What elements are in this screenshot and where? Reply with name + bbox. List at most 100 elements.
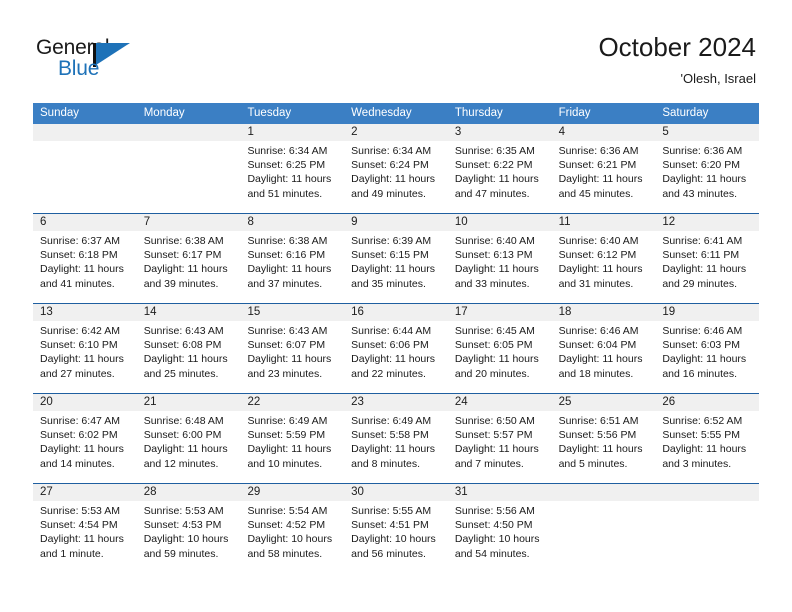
daylight-text-line2: and 8 minutes. [351,457,421,470]
day-cell-9[interactable]: 9 Sunrise: 6:39 AM Sunset: 6:15 PM Daylight… [344,214,448,303]
daylight-text-line2: and 45 minutes. [558,187,634,200]
day-sun-info: Sunrise: 5:54 AM Sunset: 4:52 PM Daylight:… [247,504,341,561]
day-cell-4[interactable]: 4 Sunrise: 6:36 AM Sunset: 6:21 PM Daylight… [552,124,656,213]
day-cell-empty [137,124,241,213]
daylight-text-line1: Daylight: 11 hours [247,353,332,366]
daylight-text-line2: and 3 minutes. [662,457,732,470]
sunrise-text: Sunrise: 6:35 AM [454,145,535,157]
day-number: 1 [247,126,254,138]
day-cell-3[interactable]: 3 Sunrise: 6:35 AM Sunset: 6:22 PM Daylight… [448,124,552,213]
day-number: 21 [143,396,157,408]
sunrise-text: Sunrise: 6:38 AM [247,235,328,247]
calendar-week-row: 13 Sunrise: 6:42 AM Sunset: 6:10 PM Dayligh… [33,303,759,393]
day-number: 4 [558,126,565,138]
day-cell-13[interactable]: 13 Sunrise: 6:42 AM Sunset: 6:10 PM Dayligh… [33,304,137,393]
day-cell-16[interactable]: 16 Sunrise: 6:44 AM Sunset: 6:06 PM Dayligh… [344,304,448,393]
day-sun-info: Sunrise: 5:53 AM Sunset: 4:53 PM Daylight:… [144,504,238,561]
daylight-text-line1: Daylight: 11 hours [454,263,539,276]
day-number: 27 [40,486,53,498]
day-cell-19[interactable]: 19 Sunrise: 6:46 AM Sunset: 6:03 PM Dayligh… [655,304,759,393]
daylight-text-line2: and 33 minutes. [454,277,530,290]
daylight-text-line1: Daylight: 11 hours [40,533,124,546]
sunrise-text: Sunrise: 6:50 AM [454,415,535,427]
calendar-week-row: 27 Sunrise: 5:53 AM Sunset: 4:54 PM Dayligh… [33,483,759,573]
weekday-header-wednesday: Wednesday [351,107,412,119]
daylight-text-line1: Daylight: 11 hours [558,263,643,276]
week-cells: 20 Sunrise: 6:47 AM Sunset: 6:02 PM Dayligh… [33,394,759,483]
daylight-text-line1: Daylight: 11 hours [40,443,124,456]
day-cell-21[interactable]: 21 Sunrise: 6:48 AM Sunset: 6:00 PM Dayligh… [137,394,241,483]
sunset-text: Sunset: 4:50 PM [454,519,533,532]
sunrise-text: Sunrise: 6:41 AM [662,235,743,247]
day-cell-26[interactable]: 26 Sunrise: 6:52 AM Sunset: 5:55 PM Dayligh… [655,394,759,483]
daylight-text-line2: and 49 minutes. [351,187,426,200]
sunset-text: Sunset: 4:51 PM [351,519,429,532]
daylight-text-line2: and 14 minutes. [40,457,115,470]
sunrise-text: Sunrise: 6:37 AM [40,235,120,247]
day-cell-18[interactable]: 18 Sunrise: 6:46 AM Sunset: 6:04 PM Dayligh… [552,304,656,393]
daylight-text-line1: Daylight: 11 hours [558,443,643,456]
sunset-text: Sunset: 4:53 PM [143,519,222,532]
day-number: 11 [558,216,571,228]
day-cell-11[interactable]: 11 Sunrise: 6:40 AM Sunset: 6:12 PM Dayligh… [552,214,656,303]
day-cell-25[interactable]: 25 Sunrise: 6:51 AM Sunset: 5:56 PM Dayligh… [552,394,656,483]
sunset-text: Sunset: 6:20 PM [662,159,740,172]
day-cell-27[interactable]: 27 Sunrise: 5:53 AM Sunset: 4:54 PM Dayligh… [33,484,137,573]
day-cell-10[interactable]: 10 Sunrise: 6:40 AM Sunset: 6:13 PM Dayligh… [448,214,552,303]
day-number [559,484,653,501]
weekday-header-monday: Monday [143,107,185,119]
sunrise-text: Sunrise: 5:56 AM [454,505,535,517]
sunrise-text: Sunrise: 6:39 AM [351,235,432,247]
day-cell-24[interactable]: 24 Sunrise: 6:50 AM Sunset: 5:57 PM Dayligh… [448,394,552,483]
daylight-text-line1: Daylight: 11 hours [143,263,228,276]
day-cell-6[interactable]: 6 Sunrise: 6:37 AM Sunset: 6:18 PM Daylight… [33,214,137,303]
day-sun-info: Sunrise: 6:48 AM Sunset: 6:00 PM Daylight:… [144,414,238,471]
sunset-text: Sunset: 6:00 PM [143,429,222,442]
daylight-text-line2: and 56 minutes. [351,547,426,560]
day-number: 31 [454,486,468,498]
daylight-text-line2: and 16 minutes. [662,367,738,380]
day-cell-20[interactable]: 20 Sunrise: 6:47 AM Sunset: 6:02 PM Dayligh… [33,394,137,483]
day-cell-30[interactable]: 30 Sunrise: 5:55 AM Sunset: 4:51 PM Dayligh… [344,484,448,573]
day-cell-15[interactable]: 15 Sunrise: 6:43 AM Sunset: 6:07 PM Dayligh… [240,304,344,393]
day-sun-info: Sunrise: 5:53 AM Sunset: 4:54 PM Daylight:… [40,504,134,561]
sunset-text: Sunset: 6:13 PM [454,249,533,262]
day-cell-17[interactable]: 17 Sunrise: 6:45 AM Sunset: 6:05 PM Dayligh… [448,304,552,393]
day-cell-29[interactable]: 29 Sunrise: 5:54 AM Sunset: 4:52 PM Dayligh… [240,484,344,573]
day-cell-12[interactable]: 12 Sunrise: 6:41 AM Sunset: 6:11 PM Dayligh… [655,214,759,303]
day-number: 2 [351,126,358,138]
sunset-text: Sunset: 6:11 PM [662,249,740,262]
daylight-text-line1: Daylight: 11 hours [247,173,332,186]
sunrise-text: Sunrise: 5:54 AM [247,505,328,517]
day-sun-info: Sunrise: 6:46 AM Sunset: 6:04 PM Daylight:… [559,324,653,381]
day-cell-5[interactable]: 5 Sunrise: 6:36 AM Sunset: 6:20 PM Daylight… [655,124,759,213]
day-number: 19 [662,306,676,318]
sunset-text: Sunset: 6:03 PM [662,339,740,352]
day-cell-8[interactable]: 8 Sunrise: 6:38 AM Sunset: 6:16 PM Daylight… [240,214,344,303]
day-cell-31[interactable]: 31 Sunrise: 5:56 AM Sunset: 4:50 PM Dayligh… [448,484,552,573]
day-number: 16 [351,306,364,318]
week-cells: 6 Sunrise: 6:37 AM Sunset: 6:18 PM Daylight… [33,214,759,303]
daylight-text-line1: Daylight: 11 hours [143,353,228,366]
day-cell-1[interactable]: 1 Sunrise: 6:34 AM Sunset: 6:25 PM Daylight… [240,124,344,213]
general-blue-logo[interactable]: General Blue [36,36,146,84]
day-number: 5 [662,126,669,138]
week-cells: 13 Sunrise: 6:42 AM Sunset: 6:10 PM Dayligh… [33,304,759,393]
day-number: 8 [247,216,254,228]
daylight-text-line2: and 12 minutes. [143,457,219,470]
day-sun-info: Sunrise: 6:35 AM Sunset: 6:22 PM Daylight:… [455,144,549,201]
weekday-header-sunday: Sunday [40,107,80,119]
day-cell-2[interactable]: 2 Sunrise: 6:34 AM Sunset: 6:24 PM Daylight… [344,124,448,213]
daylight-text-line2: and 39 minutes. [143,277,219,290]
day-cell-22[interactable]: 22 Sunrise: 6:49 AM Sunset: 5:59 PM Dayligh… [240,394,344,483]
day-sun-info: Sunrise: 5:56 AM Sunset: 4:50 PM Daylight:… [455,504,549,561]
daylight-text-line2: and 54 minutes. [454,547,530,560]
daylight-text-line1: Daylight: 10 hours [143,533,229,546]
day-cell-23[interactable]: 23 Sunrise: 6:49 AM Sunset: 5:58 PM Dayligh… [344,394,448,483]
daylight-text-line2: and 20 minutes. [454,367,530,380]
day-cell-empty [655,484,759,573]
day-sun-info: Sunrise: 6:37 AM Sunset: 6:18 PM Daylight:… [40,234,134,291]
day-cell-14[interactable]: 14 Sunrise: 6:43 AM Sunset: 6:08 PM Dayligh… [137,304,241,393]
day-cell-28[interactable]: 28 Sunrise: 5:53 AM Sunset: 4:53 PM Dayligh… [137,484,241,573]
day-cell-7[interactable]: 7 Sunrise: 6:38 AM Sunset: 6:17 PM Daylight… [137,214,241,303]
